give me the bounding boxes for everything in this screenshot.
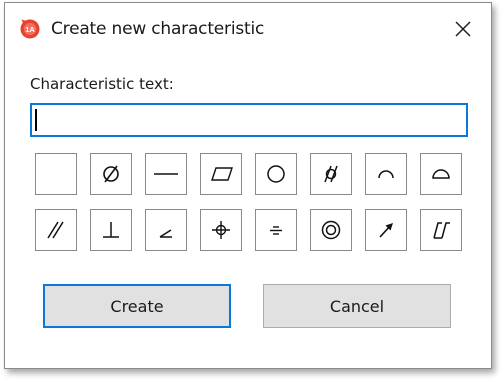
diameter-icon (103, 165, 119, 183)
circular-runout-symbol-button[interactable] (365, 209, 407, 251)
flatness-symbol-button[interactable] (200, 153, 242, 195)
parallelism-icon (47, 221, 64, 239)
position-icon (212, 221, 230, 239)
symmetry-icon (270, 226, 282, 235)
straightness-symbol-button[interactable] (145, 153, 187, 195)
profile-of-line-icon (378, 170, 394, 179)
characteristic-text-input[interactable] (30, 103, 468, 137)
parallelism-symbol-button[interactable] (35, 209, 77, 251)
characteristic-text-label: Characteristic text: (30, 75, 174, 93)
profile-of-surface-icon (432, 169, 450, 179)
close-button[interactable] (448, 15, 478, 43)
title-bar: 1A Create new characteristic (5, 3, 491, 55)
total-runout-symbol-button[interactable] (420, 209, 462, 251)
text-caret (35, 109, 37, 131)
straightness-icon (154, 173, 178, 175)
angularity-symbol-button[interactable] (145, 209, 187, 251)
circularity-icon (267, 165, 285, 183)
position-symbol-button[interactable] (200, 209, 242, 251)
total-runout-icon (433, 222, 450, 239)
symmetry-symbol-button[interactable] (255, 209, 297, 251)
svg-text:1A: 1A (25, 25, 35, 34)
concentricity-symbol-button[interactable] (310, 209, 352, 251)
blank-symbol-button[interactable] (35, 153, 77, 195)
cylindricity-icon (324, 165, 338, 183)
circularity-symbol-button[interactable] (255, 153, 297, 195)
profile-of-surface-symbol-button[interactable] (420, 153, 462, 195)
perpendicularity-icon (103, 222, 119, 238)
flatness-icon (211, 167, 233, 181)
circular-runout-icon (379, 223, 393, 238)
close-icon (455, 21, 471, 37)
app-logo-icon: 1A (19, 17, 41, 39)
angularity-icon (159, 229, 172, 238)
diameter-symbol-button[interactable] (90, 153, 132, 195)
cancel-button[interactable]: Cancel (263, 284, 451, 328)
dialog-title: Create new characteristic (51, 19, 265, 39)
create-characteristic-dialog: 1A Create new characteristic Characteris… (4, 2, 492, 369)
perpendicularity-symbol-button[interactable] (90, 209, 132, 251)
cylindricity-symbol-button[interactable] (310, 153, 352, 195)
concentricity-icon (321, 220, 341, 240)
profile-of-line-symbol-button[interactable] (365, 153, 407, 195)
create-button[interactable]: Create (43, 284, 231, 328)
